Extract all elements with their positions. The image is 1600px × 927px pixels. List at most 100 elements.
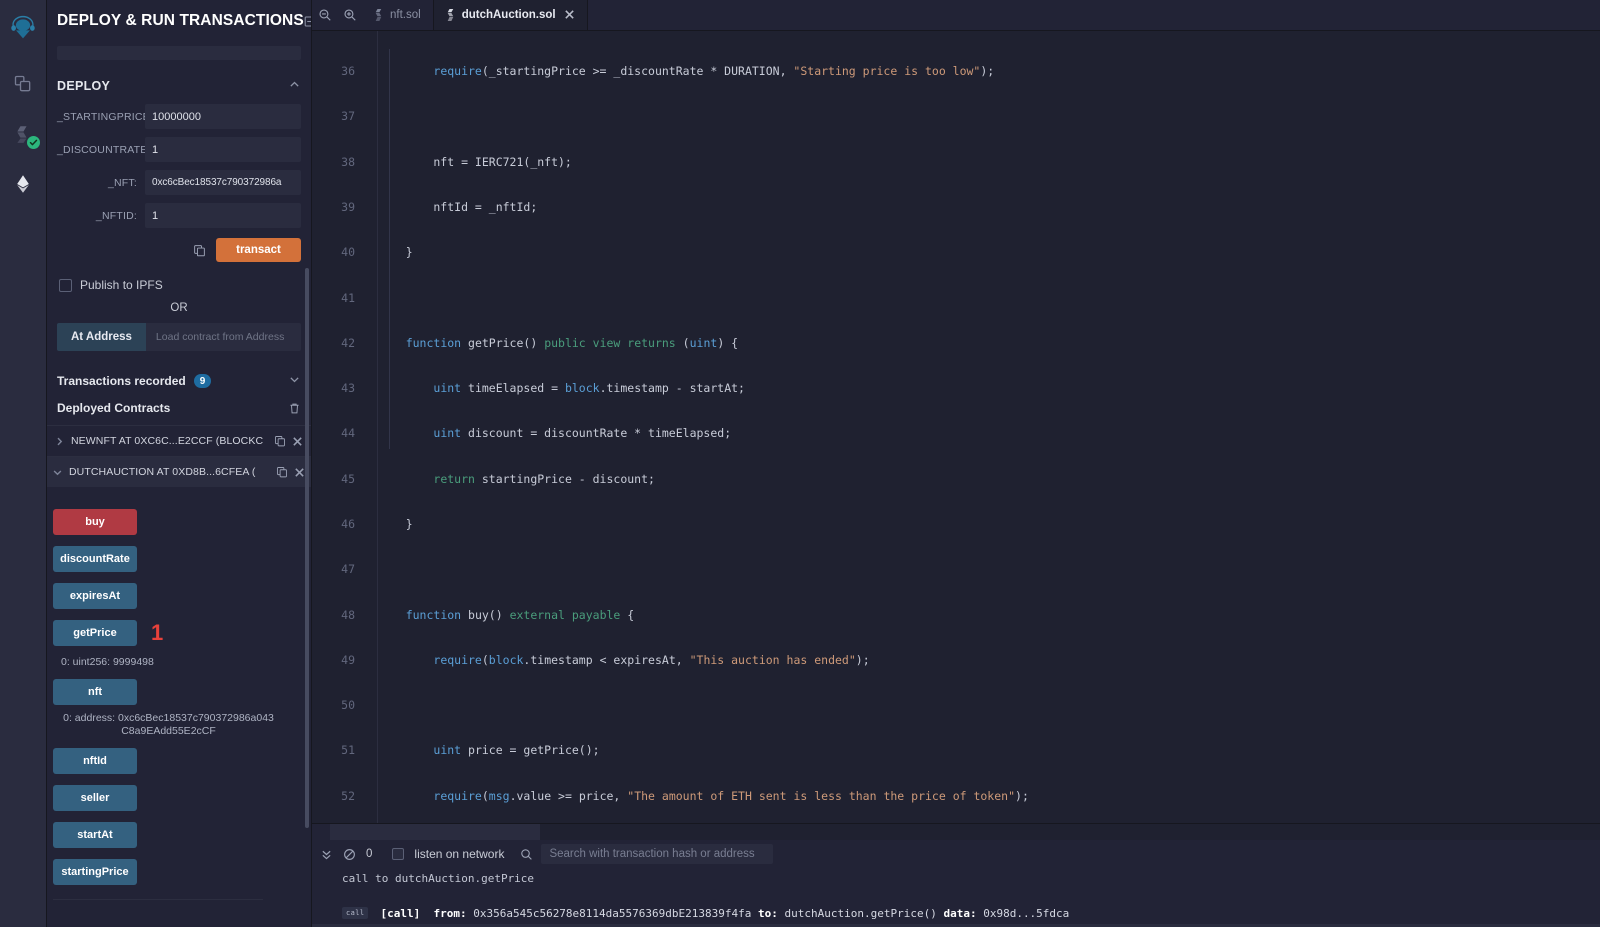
- solidity-compiler-icon[interactable]: [3, 114, 43, 154]
- nft-address-input[interactable]: 0xc6cBec18537c790372986a: [145, 170, 301, 195]
- double-chevron-down-icon[interactable]: [320, 848, 333, 861]
- function-button-discountrate[interactable]: discountRate: [53, 546, 137, 572]
- chevron-down-icon[interactable]: [288, 373, 301, 389]
- line-number: 42: [312, 336, 364, 351]
- function-button-expiresat[interactable]: expiresAt: [53, 583, 137, 609]
- copy-icon[interactable]: [276, 466, 288, 478]
- code-line: }: [364, 245, 413, 260]
- tab-nft-sol[interactable]: nft.sol: [362, 0, 434, 30]
- deployed-contract-card: DUTCHAUCTION AT 0XD8B...6CFEA ( buy disc…: [47, 456, 311, 900]
- zoom-out-icon[interactable]: [312, 0, 337, 30]
- at-address-button[interactable]: At Address: [57, 323, 146, 351]
- listen-on-network-checkbox[interactable]: [392, 848, 404, 860]
- function-button-seller[interactable]: seller: [53, 785, 137, 811]
- copy-icon[interactable]: [193, 244, 206, 257]
- field-label: _NFT:: [57, 177, 145, 189]
- close-icon[interactable]: [292, 436, 303, 447]
- from-label: from:: [433, 907, 466, 920]
- deploy-section-title: DEPLOY: [57, 79, 110, 93]
- search-icon[interactable]: [520, 848, 533, 861]
- code-line: nft = IERC721(_nft);: [364, 155, 572, 170]
- line-number: 48: [312, 608, 364, 623]
- code-line: }: [364, 517, 413, 532]
- panel-collapse-icon[interactable]: [304, 15, 312, 28]
- to-target: dutchAuction.getPrice(): [785, 907, 937, 920]
- terminal-tabrow: [312, 824, 1600, 840]
- step-marker-1: 1: [151, 622, 163, 644]
- code-content[interactable]: 36 require(_startingPrice >= _discountRa…: [312, 31, 1600, 823]
- function-button-nftid[interactable]: nftId: [53, 748, 137, 774]
- line-number: 52: [312, 789, 364, 804]
- line-number: 40: [312, 245, 364, 260]
- data-label: data:: [943, 907, 976, 920]
- line-number: 41: [312, 291, 364, 306]
- tab-dutchauction-sol[interactable]: dutchAuction.sol: [434, 0, 588, 30]
- terminal-log-entry[interactable]: call [call] from: 0x356a545c56278e8114da…: [312, 899, 1600, 927]
- function-button-startat[interactable]: startAt: [53, 822, 137, 848]
- function-output-nft: 0: address: 0xc6cBec18537c790372986a043C…: [61, 712, 276, 738]
- discountrate-input[interactable]: 1: [145, 137, 301, 162]
- terminal-panel: 0 listen on network call to dutchAuction…: [312, 823, 1600, 927]
- startingprice-input[interactable]: 10000000: [145, 104, 301, 129]
- code-line: [364, 698, 378, 713]
- entry-tag: [call]: [380, 907, 420, 920]
- chevron-up-icon[interactable]: [288, 78, 301, 94]
- code-line: [364, 109, 378, 124]
- line-number: 38: [312, 155, 364, 170]
- function-row-getprice: getPrice 1: [53, 620, 311, 646]
- code-line: uint price = getPrice();: [364, 743, 600, 758]
- function-output-getprice: 0: uint256: 9999498: [61, 656, 276, 669]
- line-number: 44: [312, 426, 364, 441]
- pending-transactions-count: 0: [366, 848, 372, 860]
- chevron-right-icon[interactable]: [55, 437, 65, 446]
- code-line: function buy() external payable {: [364, 608, 634, 623]
- trash-icon[interactable]: [288, 402, 301, 415]
- function-button-buy[interactable]: buy: [53, 509, 137, 535]
- terminal-search-input[interactable]: [541, 844, 773, 864]
- close-icon[interactable]: [564, 8, 575, 23]
- line-number: 39: [312, 200, 364, 215]
- terminal-toolbar: 0 listen on network: [312, 840, 1600, 868]
- contract-header-newnft[interactable]: NEWNFT AT 0XC6C...E2CCF (BLOCKC: [47, 426, 311, 456]
- transact-button[interactable]: transact: [216, 238, 301, 262]
- code-line: [364, 562, 378, 577]
- sidepanel-scrollbar[interactable]: [305, 268, 309, 828]
- to-label: to:: [758, 907, 778, 920]
- call-badge: call: [342, 907, 368, 919]
- at-address-row: At Address Load contract from Address: [57, 323, 301, 351]
- zoom-in-icon[interactable]: [337, 0, 362, 30]
- or-separator-label: OR: [57, 302, 301, 314]
- contract-header-dutchauction[interactable]: DUTCHAUCTION AT 0XD8B...6CFEA (: [47, 457, 311, 487]
- from-address: 0x356a545c56278e8114da5576369dbE213839f4…: [473, 907, 751, 920]
- code-line: require(_startingPrice >= _discountRate …: [364, 64, 994, 79]
- publish-ipfs-checkbox[interactable]: [59, 279, 72, 292]
- function-button-startingprice[interactable]: startingPrice: [53, 859, 137, 885]
- at-address-input[interactable]: Load contract from Address: [146, 323, 301, 351]
- no-entry-icon[interactable]: [343, 848, 356, 861]
- contract-functions-list: buy discountRate expiresAt getPrice 1 0:…: [47, 487, 311, 900]
- line-number: 51: [312, 743, 364, 758]
- line-number: 46: [312, 517, 364, 532]
- listen-on-network-label: listen on network: [414, 847, 504, 861]
- function-button-getprice[interactable]: getPrice: [53, 620, 137, 646]
- code-editor[interactable]: 36 require(_startingPrice >= _discountRa…: [312, 31, 1600, 823]
- publish-ipfs-row[interactable]: Publish to IPFS: [59, 278, 301, 292]
- file-explorer-icon[interactable]: [3, 64, 43, 104]
- function-button-nft[interactable]: nft: [53, 679, 137, 705]
- nftid-input[interactable]: 1: [145, 203, 301, 228]
- deploy-section-header[interactable]: DEPLOY: [57, 74, 301, 104]
- deploy-run-icon[interactable]: [3, 164, 43, 204]
- line-number: 50: [312, 698, 364, 713]
- field-nftid: _NFTID: 1: [57, 203, 301, 228]
- environment-bar[interactable]: [57, 46, 301, 60]
- terminal-tab-active[interactable]: [330, 824, 540, 840]
- chevron-down-icon[interactable]: [53, 468, 63, 477]
- close-icon[interactable]: [294, 467, 305, 478]
- transactions-recorded-row[interactable]: Transactions recorded 9: [57, 369, 301, 399]
- terminal-log-line: call to dutchAuction.getPrice: [312, 868, 1600, 885]
- remix-logo-icon[interactable]: [3, 8, 43, 48]
- code-line: nftId = _nftId;: [364, 200, 537, 215]
- line-number: 36: [312, 64, 364, 79]
- copy-icon[interactable]: [274, 435, 286, 447]
- panel-header: DEPLOY & RUN TRANSACTIONS: [47, 0, 311, 38]
